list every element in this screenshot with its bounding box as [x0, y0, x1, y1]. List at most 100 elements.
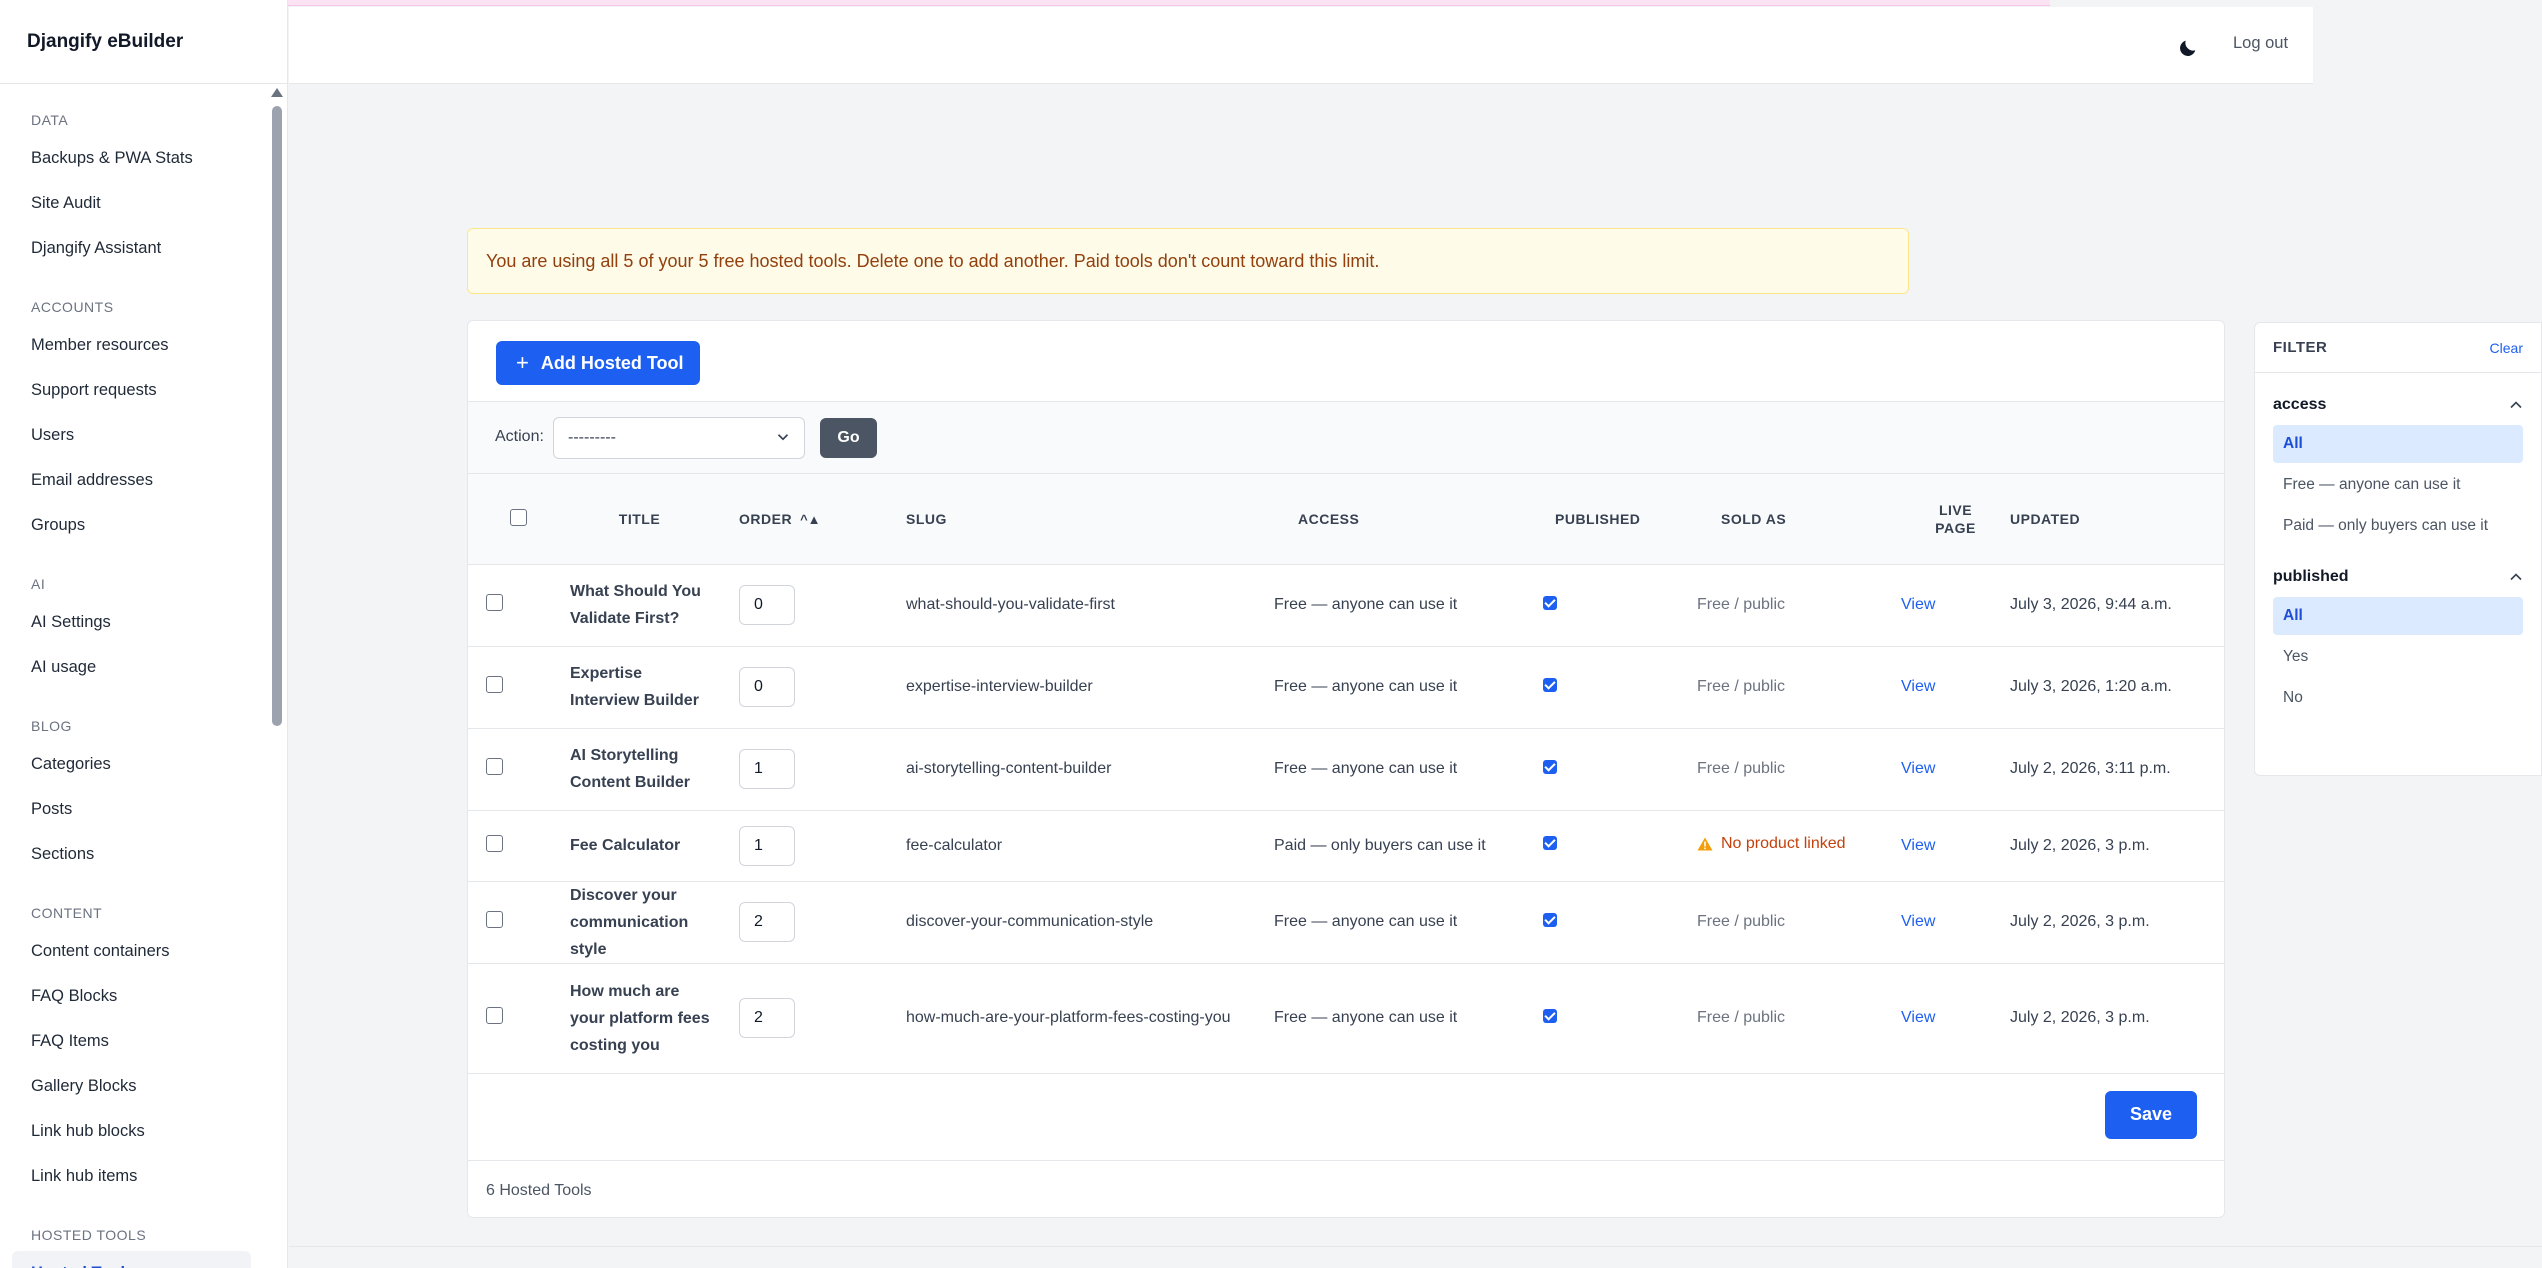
sidebar-item-link-hub-items[interactable]: Link hub items: [0, 1154, 270, 1199]
footer-divider: [289, 1246, 2542, 1247]
row-access: Free — anyone can use it: [1274, 596, 1458, 613]
filter-option-access-paid-only-buyers-can-use-it[interactable]: Paid — only buyers can use it: [2273, 507, 2523, 545]
sold-as-text: Free / public: [1697, 913, 1786, 930]
sidebar-item-member-resources[interactable]: Member resources: [0, 323, 270, 368]
add-hosted-tool-button[interactable]: + Add Hosted Tool: [496, 341, 700, 385]
col-title[interactable]: TITLE: [619, 511, 660, 527]
sidebar: Djangify eBuilder DATA Backups & PWA Stat…: [0, 0, 288, 1268]
published-checkbox[interactable]: [1543, 677, 1557, 692]
row-slug: expertise-interview-builder: [906, 678, 1093, 695]
sidebar-item-support-requests[interactable]: Support requests: [0, 368, 270, 413]
filter-option-published-all[interactable]: All: [2273, 597, 2523, 635]
scroll-thumb[interactable]: [272, 106, 282, 726]
order-input[interactable]: 2: [739, 998, 795, 1038]
filter-group-access[interactable]: access: [2255, 385, 2541, 425]
sidebar-item-backups-pwa-stats[interactable]: Backups & PWA Stats: [0, 136, 270, 181]
filter-clear-link[interactable]: Clear: [2490, 340, 2523, 356]
row-select-checkbox[interactable]: [486, 834, 503, 852]
view-live-link[interactable]: View: [1901, 837, 1935, 854]
published-checkbox[interactable]: [1543, 759, 1557, 774]
sidebar-item-content-containers[interactable]: Content containers: [0, 929, 270, 974]
select-all-checkbox[interactable]: [510, 508, 527, 526]
sidebar-item-hosted-tools[interactable]: Hosted Tools: [12, 1251, 251, 1268]
sidebar-item-groups[interactable]: Groups: [0, 503, 270, 548]
sidebar-item-email-addresses[interactable]: Email addresses: [0, 458, 270, 503]
filter-group-published[interactable]: published: [2255, 557, 2541, 597]
order-input[interactable]: 1: [739, 749, 795, 789]
filter-option-access-free-anyone-can-use-it[interactable]: Free — anyone can use it: [2273, 466, 2523, 504]
published-checkbox[interactable]: [1543, 1008, 1557, 1023]
order-input[interactable]: 2: [739, 902, 795, 942]
table-row: Fee Calculator 1 fee-calculator Paid — o…: [468, 810, 2224, 882]
row-updated: July 3, 2026, 1:20 a.m.: [2010, 678, 2172, 695]
row-title-link[interactable]: Expertise Interview Builder: [570, 665, 699, 709]
chevron-up-icon[interactable]: [2509, 570, 2523, 584]
sidebar-item-djangify-assistant[interactable]: Djangify Assistant: [0, 226, 270, 271]
col-published[interactable]: PUBLISHED: [1555, 511, 1640, 527]
view-live-link[interactable]: View: [1901, 913, 1935, 930]
row-select-checkbox[interactable]: [486, 758, 503, 775]
order-input[interactable]: 0: [739, 585, 795, 625]
chevron-up-icon[interactable]: [2509, 398, 2523, 412]
published-checkbox[interactable]: [1543, 595, 1557, 610]
col-sold-as[interactable]: SOLD AS: [1721, 511, 1786, 527]
filter-group-label: published: [2273, 568, 2349, 585]
row-access: Free — anyone can use it: [1274, 1009, 1458, 1026]
col-order[interactable]: ORDER: [739, 511, 792, 527]
col-slug[interactable]: SLUG: [906, 511, 947, 527]
row-title-link[interactable]: What Should You Validate First?: [570, 583, 701, 627]
scroll-up-icon[interactable]: [271, 88, 283, 97]
sidebar-item-link-hub-blocks[interactable]: Link hub blocks: [0, 1109, 270, 1154]
row-select-checkbox[interactable]: [486, 676, 503, 693]
published-checkbox[interactable]: [1543, 912, 1557, 927]
action-select-value: ---------: [568, 429, 616, 446]
save-button[interactable]: Save: [2105, 1090, 2197, 1139]
filter-option-access-all[interactable]: All: [2273, 425, 2523, 463]
col-updated[interactable]: UPDATED: [2010, 511, 2080, 527]
sidebar-item-categories[interactable]: Categories: [0, 742, 270, 787]
published-checkbox[interactable]: [1543, 836, 1557, 850]
row-title-link[interactable]: Fee Calculator: [570, 837, 680, 854]
filter-panel: FILTER Clear access All Free — anyone can …: [2254, 322, 2542, 776]
row-access: Paid — only buyers can use it: [1274, 836, 1486, 854]
table-row: Discover your communication style 2 disc…: [468, 881, 2224, 964]
view-live-link[interactable]: View: [1901, 1009, 1935, 1026]
view-live-link[interactable]: View: [1901, 596, 1935, 613]
filter-option-published-no[interactable]: No: [2273, 679, 2523, 717]
row-slug: ai-storytelling-content-builder: [906, 760, 1112, 777]
sidebar-item-site-audit[interactable]: Site Audit: [0, 181, 270, 226]
col-live-page: LIVE PAGE: [1935, 501, 1976, 536]
action-select[interactable]: ---------: [553, 417, 805, 459]
sold-as-text: Free / public: [1697, 596, 1786, 613]
row-updated: July 2, 2026, 3 p.m.: [2010, 913, 2150, 930]
row-title-link[interactable]: AI Storytelling Content Builder: [570, 747, 690, 791]
order-input[interactable]: 0: [739, 667, 795, 707]
sidebar-item-users[interactable]: Users: [0, 413, 270, 458]
sold-as-text: Free / public: [1697, 760, 1786, 777]
row-select-checkbox[interactable]: [486, 1007, 503, 1024]
logout-link[interactable]: Log out: [2233, 34, 2288, 53]
row-title-link[interactable]: How much are your platform fees costing …: [570, 983, 710, 1054]
row-access: Free — anyone can use it: [1274, 760, 1458, 777]
view-live-link[interactable]: View: [1901, 678, 1935, 695]
row-title-link[interactable]: Discover your communication style: [570, 887, 688, 958]
sidebar-item-ai-settings[interactable]: AI Settings: [0, 600, 270, 645]
filter-option-published-yes[interactable]: Yes: [2273, 638, 2523, 676]
row-select-checkbox[interactable]: [486, 911, 503, 928]
add-button-label: Add Hosted Tool: [540, 352, 684, 373]
order-input[interactable]: 1: [739, 825, 795, 866]
sidebar-item-ai-usage[interactable]: AI usage: [0, 645, 270, 690]
row-select-checkbox[interactable]: [486, 594, 503, 611]
sidebar-item-faq-blocks[interactable]: FAQ Blocks: [0, 974, 270, 1019]
sidebar-item-sections[interactable]: Sections: [0, 832, 270, 877]
sidebar-item-gallery-blocks[interactable]: Gallery Blocks: [0, 1064, 270, 1109]
result-count: 6 Hosted Tools: [486, 1181, 592, 1199]
sort-ascending-icon[interactable]: ^▲: [800, 512, 820, 527]
go-button[interactable]: Go: [820, 418, 877, 458]
sidebar-item-posts[interactable]: Posts: [0, 787, 270, 832]
sidebar-item-faq-items[interactable]: FAQ Items: [0, 1019, 270, 1064]
view-live-link[interactable]: View: [1901, 760, 1935, 777]
sidebar-scrollbar[interactable]: [270, 84, 284, 1268]
moon-icon[interactable]: [2177, 37, 2199, 59]
col-access[interactable]: ACCESS: [1298, 511, 1359, 527]
